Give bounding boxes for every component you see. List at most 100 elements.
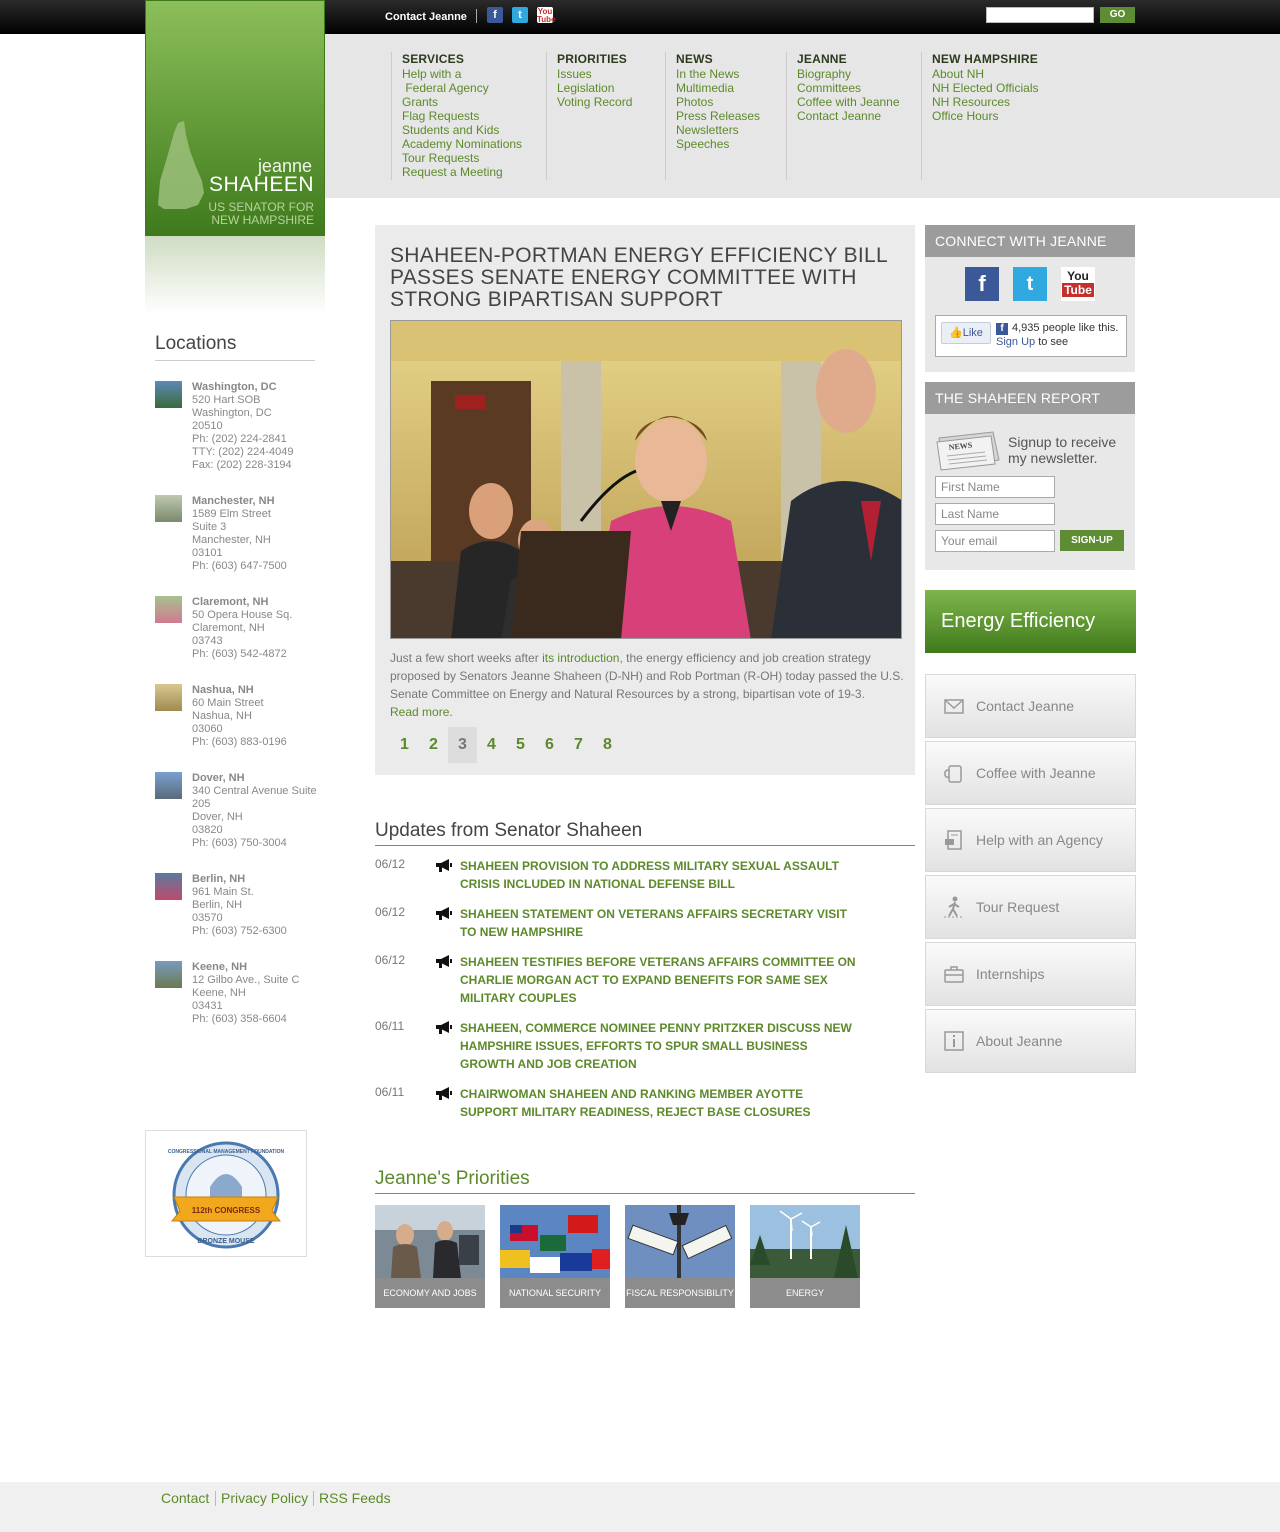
top-contact-link[interactable]: Contact Jeanne [385, 11, 467, 23]
feature-photo[interactable] [390, 320, 902, 639]
nav-heading-services[interactable]: SERVICES [402, 52, 522, 66]
nav-link[interactable]: Photos [676, 95, 760, 109]
quick-link-internships[interactable]: Internships [925, 942, 1136, 1006]
location-name[interactable]: Claremont, NH [192, 596, 292, 609]
last-name-field[interactable]: Last Name [935, 503, 1055, 525]
twitter-icon[interactable]: t [512, 7, 528, 23]
footer-rss-link[interactable]: RSS Feeds [319, 1490, 391, 1506]
nav-link[interactable]: Issues [557, 67, 632, 81]
footer-contact-link[interactable]: Contact [161, 1490, 209, 1506]
footer-privacy-link[interactable]: Privacy Policy [221, 1490, 308, 1506]
badge-ribbon-text: 112th CONGRESS [192, 1206, 261, 1215]
footer: Contact Privacy Policy RSS Feeds [0, 1482, 1280, 1532]
location-line: Manchester, NH [192, 534, 271, 546]
facebook-like-button[interactable]: 👍Like [941, 322, 991, 344]
location-thumbnail[interactable] [155, 596, 182, 623]
nav-link[interactable]: Legislation [557, 81, 632, 95]
top-divider [476, 9, 477, 23]
pager-page-6[interactable]: 6 [535, 727, 564, 763]
location-name[interactable]: Dover, NH [192, 772, 317, 785]
email-field[interactable]: Your email [935, 530, 1055, 552]
nav-link[interactable]: Multimedia [676, 81, 760, 95]
quick-link-coffee[interactable]: Coffee with Jeanne [925, 741, 1136, 805]
pager-page-7[interactable]: 7 [564, 727, 593, 763]
nav-link[interactable]: Coffee with Jeanne [797, 95, 900, 109]
read-more-link[interactable]: Read more. [390, 705, 453, 719]
facebook-icon[interactable]: f [487, 7, 503, 23]
pager-page-2[interactable]: 2 [419, 727, 448, 763]
nav-heading-new-hampshire[interactable]: NEW HAMPSHIRE [932, 52, 1038, 66]
update-title-link[interactable]: Shaheen Provision to Address Military Se… [460, 857, 860, 893]
nav-link[interactable]: About NH [932, 67, 1038, 81]
quick-link-about[interactable]: About Jeanne [925, 1009, 1136, 1073]
location-name[interactable]: Manchester, NH [192, 495, 287, 508]
newsletter-title: THE SHAHEEN REPORT [925, 382, 1135, 414]
quick-link-contact[interactable]: Contact Jeanne [925, 674, 1136, 738]
pager-page-4[interactable]: 4 [477, 727, 506, 763]
location-thumbnail[interactable] [155, 873, 182, 900]
update-title-link[interactable]: Chairwoman Shaheen and Ranking Member Ay… [460, 1085, 860, 1121]
location-thumbnail[interactable] [155, 772, 182, 799]
nav-link[interactable]: Voting Record [557, 95, 632, 109]
nav-link[interactable]: Speeches [676, 137, 760, 151]
quick-link-label: Internships [976, 966, 1045, 982]
nav-link[interactable]: Help with a Federal Agency [402, 67, 522, 95]
location-thumbnail[interactable] [155, 684, 182, 711]
nav-link[interactable]: NH Elected Officials [932, 81, 1038, 95]
location-text: Claremont, NH 50 Opera House Sq. Claremont… [192, 596, 292, 661]
quick-link-tour[interactable]: Tour Request [925, 875, 1136, 939]
pager-page-1[interactable]: 1 [390, 727, 419, 763]
nav-link[interactable]: Grants [402, 95, 522, 109]
update-title-link[interactable]: Shaheen Testifies Before Veterans Affair… [460, 953, 860, 1007]
search-input[interactable] [986, 7, 1094, 23]
location-name[interactable]: Nashua, NH [192, 684, 287, 697]
facebook-signup-link[interactable]: Sign Up [996, 336, 1035, 348]
quick-link-agency[interactable]: Help with an Agency [925, 808, 1136, 872]
nav-link[interactable]: Tour Requests [402, 151, 522, 165]
priority-economy-jobs[interactable]: Economy and Jobs [375, 1205, 485, 1308]
location-thumbnail[interactable] [155, 495, 182, 522]
location-thumbnail[interactable] [155, 381, 182, 408]
search-go-button[interactable]: GO [1100, 7, 1135, 23]
nav-link[interactable]: Office Hours [932, 109, 1038, 123]
twitter-icon[interactable]: t [1013, 267, 1047, 301]
location-name[interactable]: Keene, NH [192, 961, 299, 974]
pager-page-8[interactable]: 8 [593, 727, 622, 763]
priority-national-security[interactable]: National Security [500, 1205, 610, 1308]
nav-link[interactable]: Press Releases [676, 109, 760, 123]
energy-efficiency-banner[interactable]: Energy Efficiency [925, 590, 1136, 653]
location-text: Dover, NH 340 Central Avenue Suite 205 Dove… [192, 772, 317, 850]
nav-link[interactable]: Committees [797, 81, 900, 95]
nav-link[interactable]: Students and Kids [402, 123, 522, 137]
youtube-icon[interactable]: You Tube [1061, 267, 1095, 301]
update-date: 06/12 [375, 905, 406, 919]
priority-fiscal-responsibility[interactable]: Fiscal Responsibility [625, 1205, 735, 1308]
update-title-link[interactable]: Shaheen, Commerce Nominee Penny Pritzker… [460, 1019, 860, 1073]
nav-heading-jeanne[interactable]: JEANNE [797, 52, 900, 66]
nav-link[interactable]: In the News [676, 67, 760, 81]
site-logo[interactable]: jeanne SHAHEEN US SENATOR FOR NEW HAMPSH… [145, 0, 325, 236]
pager-page-5[interactable]: 5 [506, 727, 535, 763]
nav-heading-priorities[interactable]: PRIORITIES [557, 52, 632, 66]
nav-link[interactable]: Biography [797, 67, 900, 81]
first-name-field[interactable]: First Name [935, 476, 1055, 498]
nav-link[interactable]: NH Resources [932, 95, 1038, 109]
location-name[interactable]: Washington, DC [192, 381, 294, 394]
facebook-icon[interactable]: f [965, 267, 999, 301]
pager-page-3[interactable]: 3 [448, 727, 477, 763]
priority-caption: Fiscal Responsibility [625, 1278, 735, 1308]
nav-link[interactable]: Flag Requests [402, 109, 522, 123]
location-name[interactable]: Berlin, NH [192, 873, 287, 886]
nav-link[interactable]: Academy Nominations [402, 137, 522, 151]
youtube-icon[interactable]: You Tube [537, 7, 556, 24]
nav-link[interactable]: Newsletters [676, 123, 760, 137]
nav-heading-news[interactable]: NEWS [676, 52, 760, 66]
nav-link[interactable]: Contact Jeanne [797, 109, 900, 123]
location-thumbnail[interactable] [155, 961, 182, 988]
signup-button[interactable]: SIGN-UP [1060, 530, 1124, 551]
nav-link[interactable]: Request a Meeting [402, 165, 522, 179]
priority-energy[interactable]: Energy [750, 1205, 860, 1308]
feature-title[interactable]: Shaheen-Portman Energy Efficiency Bill P… [390, 245, 900, 311]
update-title-link[interactable]: Shaheen Statement on Veterans Affairs Se… [460, 905, 860, 941]
introduction-link[interactable]: its introduction [542, 651, 619, 665]
